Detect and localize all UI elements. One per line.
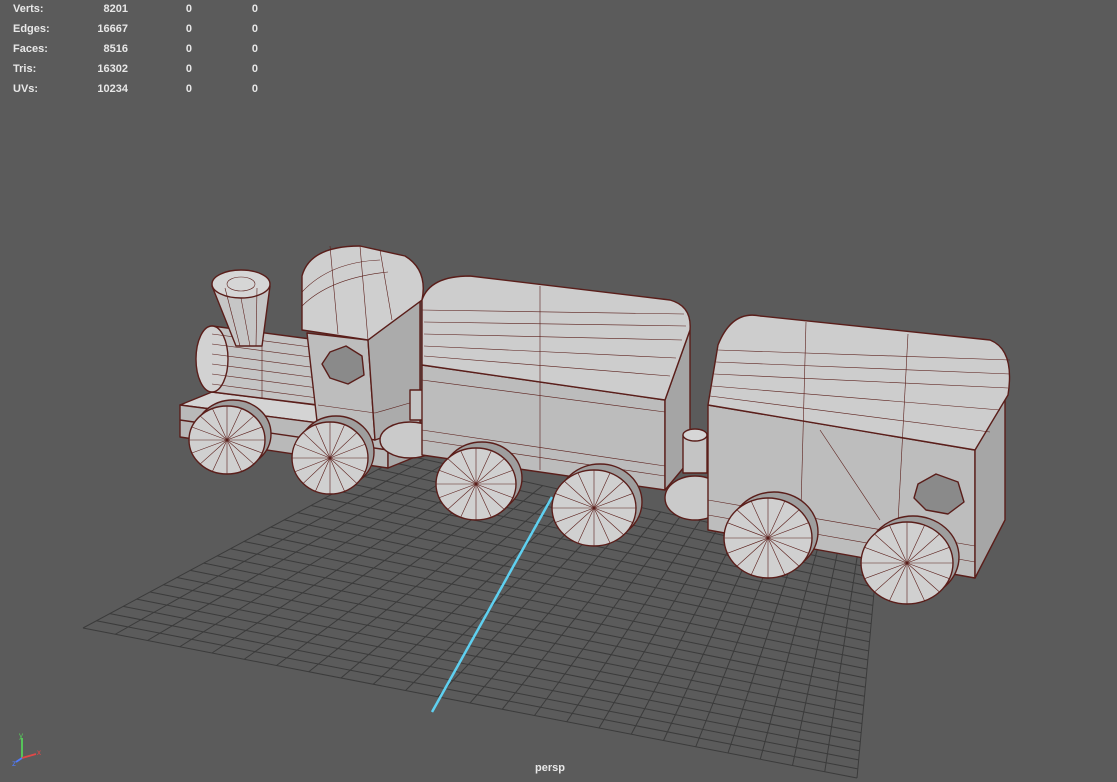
scene-3d-view[interactable] xyxy=(0,0,1117,782)
axis-y-label: y xyxy=(19,732,23,740)
train-model[interactable] xyxy=(179,245,1011,605)
grid-axis-highlight xyxy=(430,496,554,713)
axis-x-line xyxy=(21,753,37,759)
passenger-car-2[interactable] xyxy=(664,314,1011,579)
grid-line xyxy=(856,559,878,779)
axis-z-line xyxy=(15,757,23,763)
grid-line xyxy=(598,524,721,729)
car2-coupler-top xyxy=(682,428,708,442)
axis-indicator: y x z xyxy=(12,732,41,766)
axis-z-label: z xyxy=(12,759,16,766)
loco-boiler-front xyxy=(195,325,229,393)
axis-x-label: x xyxy=(37,748,41,757)
viewport-panel[interactable]: Verts: 8201 0 0 Edges: 16667 0 0 Faces: … xyxy=(0,0,1117,782)
grid-line xyxy=(630,529,740,735)
loco-smokestack-top xyxy=(211,269,271,299)
camera-label: persp xyxy=(535,762,565,774)
